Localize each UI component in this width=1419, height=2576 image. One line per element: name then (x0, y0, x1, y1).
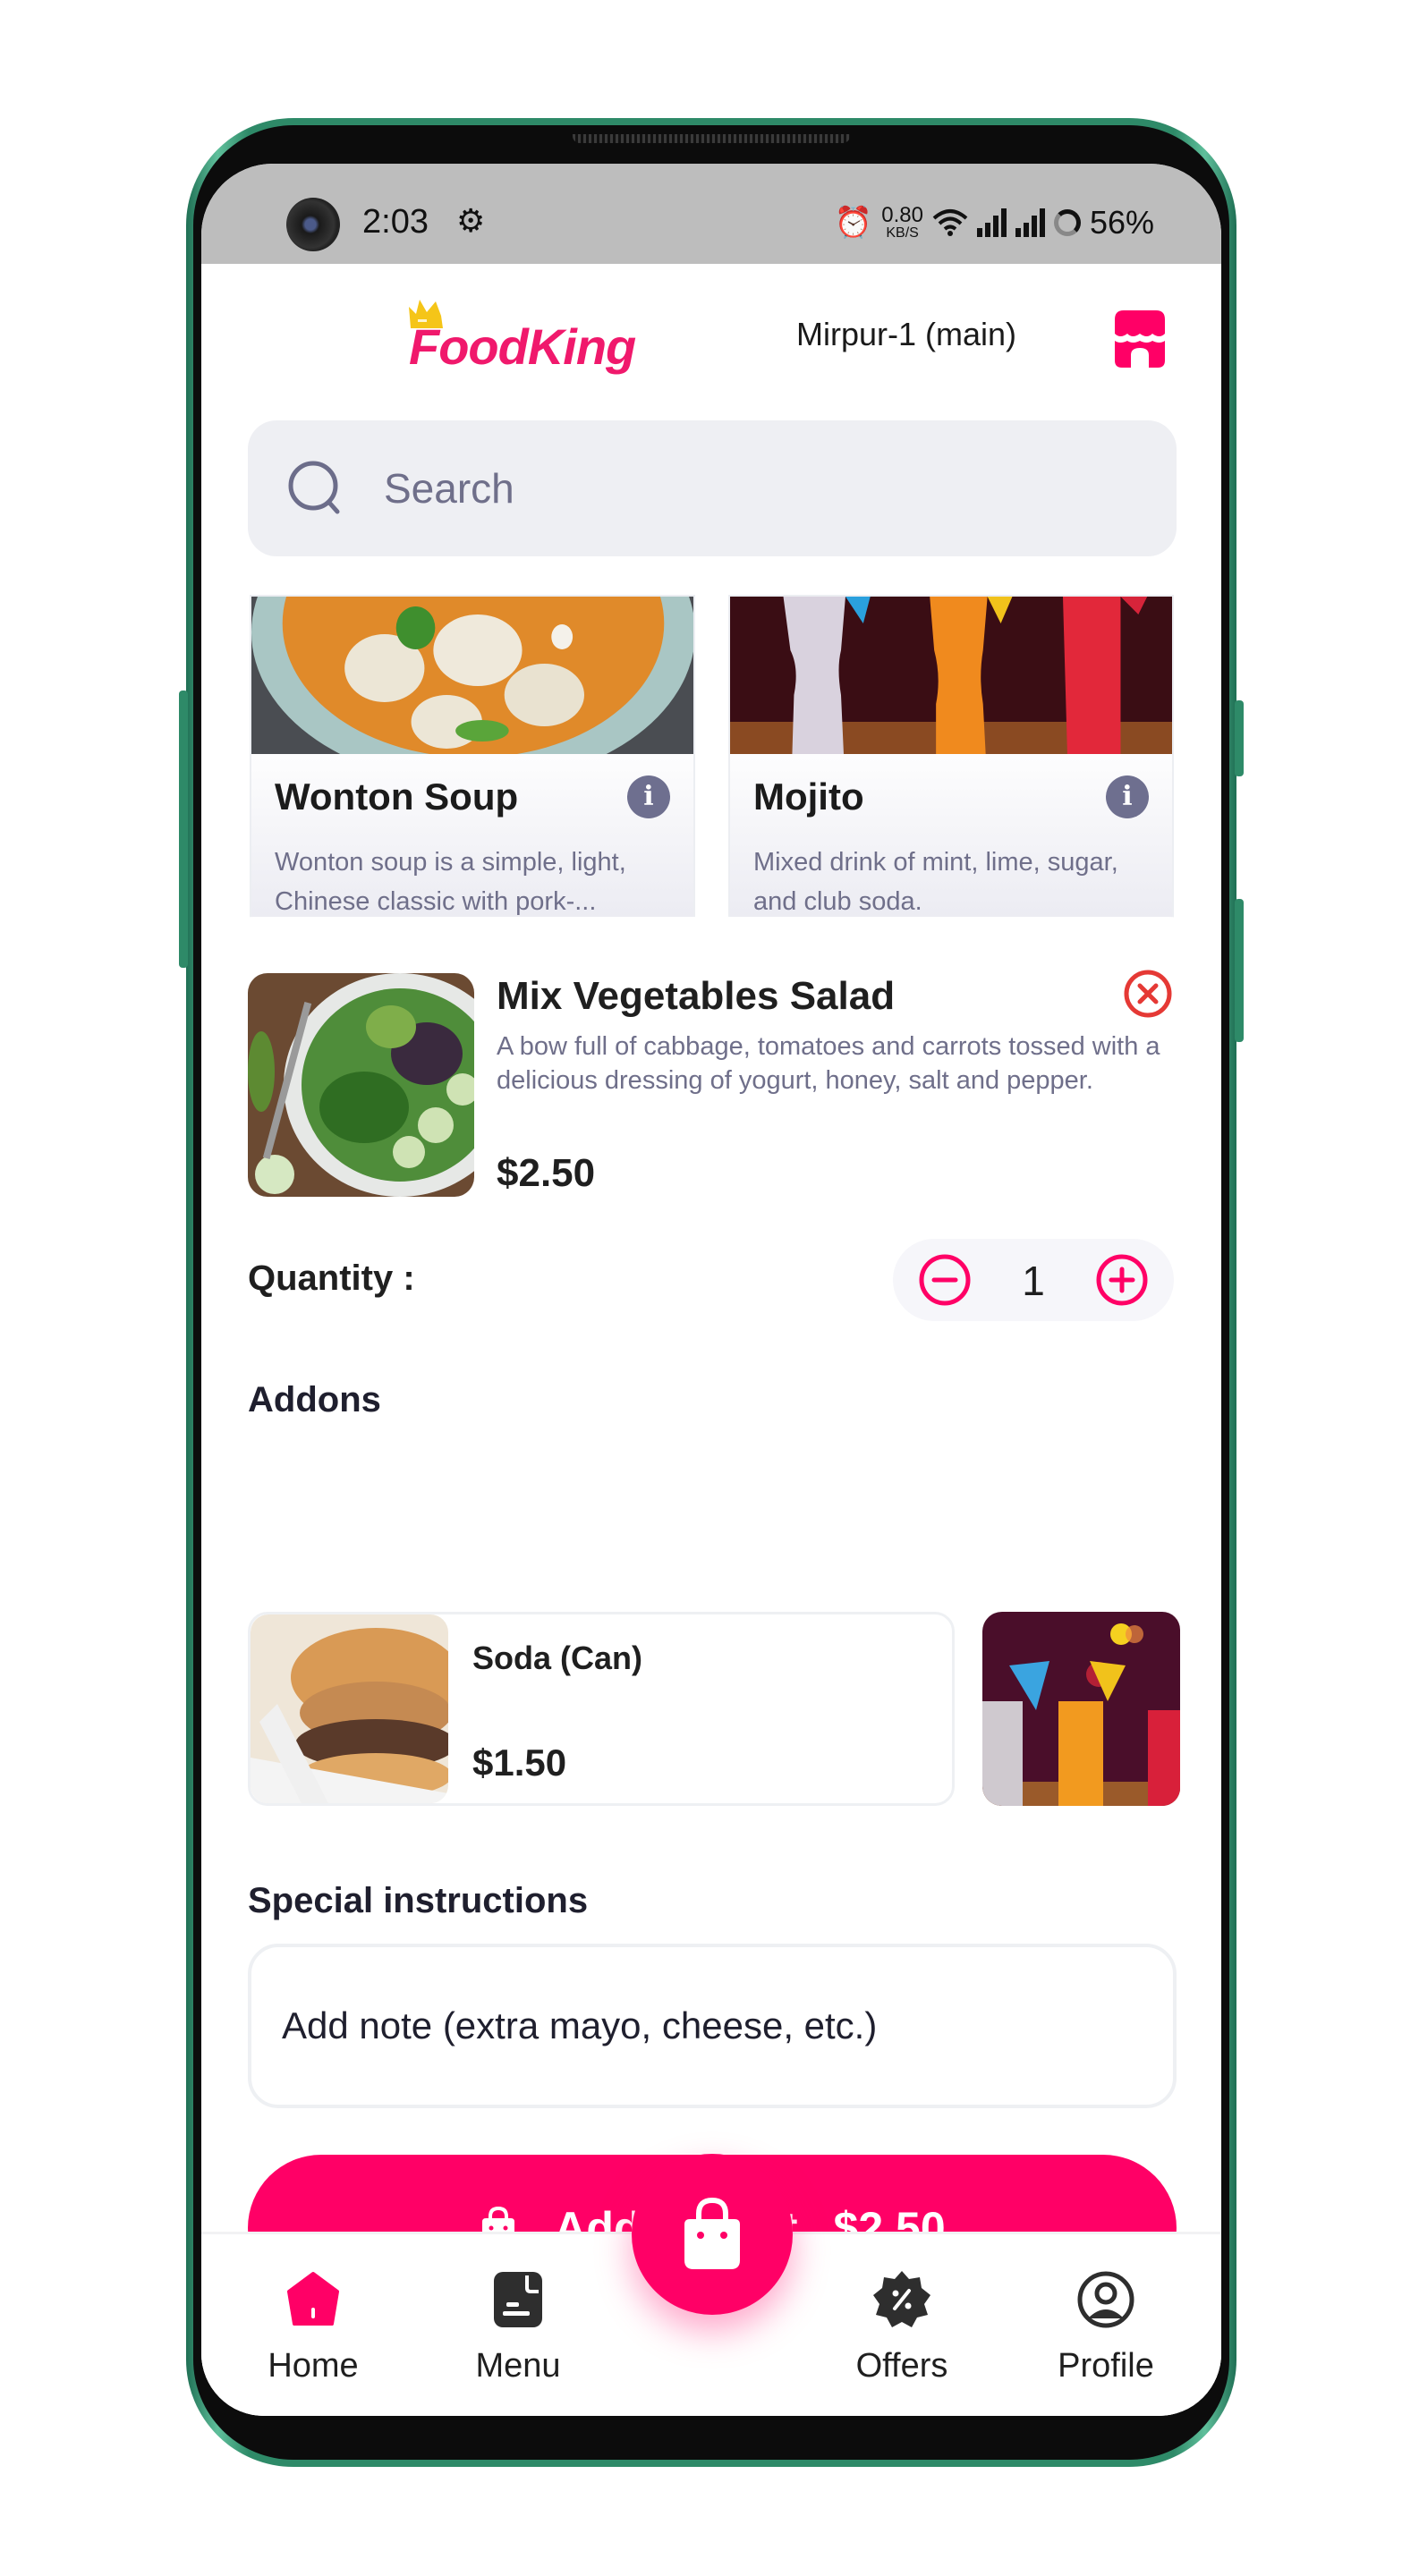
net-speed-unit: KB/S (886, 225, 919, 241)
nav-label: Menu (475, 2347, 561, 2385)
card-title: Wonton Soup (275, 775, 519, 818)
offers-icon (873, 2271, 930, 2327)
menu-icon (494, 2272, 542, 2327)
addons-label: Addons (248, 1380, 381, 1419)
special-instructions-label: Special instructions (248, 1881, 589, 1920)
nav-menu[interactable]: Menu (446, 2268, 590, 2385)
drinks-image (982, 1612, 1180, 1806)
special-instructions-field[interactable] (248, 1944, 1177, 2108)
burger-image (251, 1614, 448, 1803)
status-time: 2:03 (362, 203, 429, 241)
search-icon (288, 461, 340, 514)
home-icon (287, 2272, 339, 2326)
card-description: Wonton soup is a simple, light, Chinese … (275, 848, 626, 916)
signal-icon (976, 208, 1007, 237)
nav-offers[interactable]: Offers (830, 2268, 973, 2385)
mojito-image (730, 597, 1172, 754)
earpiece (573, 134, 850, 143)
cart-fab-button[interactable] (632, 2154, 793, 2315)
product-title: Mix Vegetables Salad (497, 974, 896, 1018)
nav-home[interactable]: Home (242, 2268, 385, 2385)
addon-item[interactable]: Soda (Can) $1.50 (248, 1612, 955, 1806)
salad-image (248, 973, 474, 1197)
product-description: A bow full of cabbage, tomatoes and carr… (497, 1032, 1160, 1095)
quantity-stepper: 1 (893, 1239, 1174, 1321)
settings-gear-icon: ⚙ (456, 203, 486, 240)
profile-icon (1077, 2271, 1134, 2328)
store-icon[interactable] (1108, 307, 1172, 371)
addon-image (251, 1614, 448, 1803)
addon-image (982, 1612, 1180, 1806)
card-title: Mojito (753, 775, 864, 818)
addon-name: Soda (Can) (472, 1640, 643, 1676)
brand-name: FoodKing (409, 318, 636, 375)
info-icon[interactable]: i (1106, 775, 1149, 818)
status-bar: 2:03 ⚙ ⏰ 0.80 KB/S 56% (201, 164, 1221, 264)
screen: 2:03 ⚙ ⏰ 0.80 KB/S 56% FoodKing Mirpur-1… (201, 164, 1221, 2416)
nav-label: Offers (855, 2347, 948, 2385)
side-button-right-upper (1235, 700, 1244, 776)
status-icons: ⏰ 0.80 KB/S 56% (835, 198, 1154, 248)
addon-price: $1.50 (472, 1741, 567, 1784)
nav-label: Profile (1058, 2347, 1154, 2385)
product-card[interactable]: Mojito i Mixed drink of mint, lime, suga… (728, 595, 1174, 953)
nav-label: Home (268, 2347, 359, 2385)
product-card[interactable]: Wonton Soup i Wonton soup is a simple, l… (250, 595, 695, 953)
net-speed: 0.80 KB/S (881, 205, 923, 241)
front-camera (286, 198, 340, 251)
increment-button[interactable] (1095, 1253, 1149, 1307)
product-price: $2.50 (497, 1151, 596, 1195)
card-description: Mixed drink of mint, lime, sugar, and cl… (753, 848, 1118, 916)
wifi-icon (932, 209, 968, 236)
info-icon[interactable]: i (627, 775, 670, 818)
search-bar[interactable] (248, 420, 1177, 556)
addon-item[interactable] (982, 1612, 1197, 1806)
branch-location[interactable]: Mirpur-1 (main) (796, 316, 1016, 353)
side-button-left (179, 691, 188, 968)
brand-logo[interactable]: FoodKing (407, 298, 649, 378)
battery-ring-icon (1053, 209, 1081, 236)
search-input[interactable] (384, 420, 1153, 556)
signal-icon (1015, 208, 1045, 237)
note-input[interactable] (282, 1947, 1141, 2105)
shopping-bag-icon (684, 2197, 740, 2269)
battery-percent: 56% (1089, 204, 1154, 241)
wonton-soup-image (251, 597, 693, 754)
close-icon[interactable] (1123, 969, 1173, 1019)
net-speed-value: 0.80 (881, 203, 923, 227)
alarm-icon: ⏰ (834, 205, 873, 241)
product-image (248, 973, 474, 1197)
nav-profile[interactable]: Profile (1034, 2268, 1177, 2385)
quantity-label: Quantity : (248, 1258, 415, 1298)
side-button-right-lower (1235, 899, 1244, 1042)
